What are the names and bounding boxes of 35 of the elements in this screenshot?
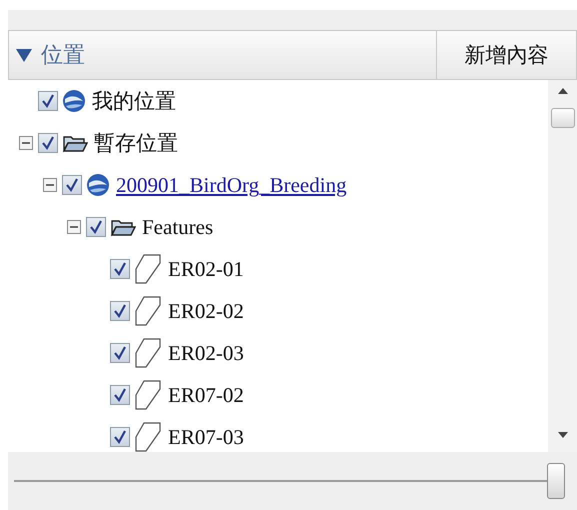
panel-title: 位置 [41,42,85,70]
scroll-down-icon[interactable] [558,432,568,438]
checkbox[interactable] [110,259,130,279]
triangle-icon[interactable] [15,47,33,63]
globe-icon [62,89,86,113]
checkbox[interactable] [110,343,130,363]
collapse-icon[interactable] [19,136,33,150]
polygon-icon [134,421,162,452]
tree-item-label[interactable]: Features [142,214,214,240]
scroll-up-icon[interactable] [558,88,568,94]
checkbox[interactable] [86,217,106,237]
tree-item-label[interactable]: ER02-03 [168,340,244,366]
layer-link[interactable]: 200901_BirdOrg_Breeding [116,172,347,198]
checkbox[interactable] [62,175,82,195]
tree-item-label[interactable]: ER02-01 [168,256,244,282]
tree-item-label[interactable]: 我的位置 [92,87,176,115]
tree-item-label[interactable]: ER07-02 [168,382,244,408]
polygon-icon [134,379,162,411]
tree-item-label[interactable]: ER07-03 [168,424,244,450]
scroll-thumb[interactable] [550,108,574,128]
collapse-icon[interactable] [67,220,81,234]
checkbox[interactable] [38,133,58,153]
polygon-icon [134,253,162,285]
polygon-icon [134,295,162,327]
slider-thumb[interactable] [547,463,565,499]
checkbox[interactable] [110,301,130,321]
scrollbar[interactable] [548,80,577,452]
tree-item-label[interactable]: 暫存位置 [94,129,178,157]
checkbox[interactable] [110,427,130,447]
globe-icon [86,173,110,197]
checkbox[interactable] [38,91,58,111]
collapse-icon[interactable] [43,178,57,192]
checkbox[interactable] [110,385,130,405]
tree-item-label[interactable]: ER02-02 [168,298,244,324]
polygon-icon [134,337,162,369]
